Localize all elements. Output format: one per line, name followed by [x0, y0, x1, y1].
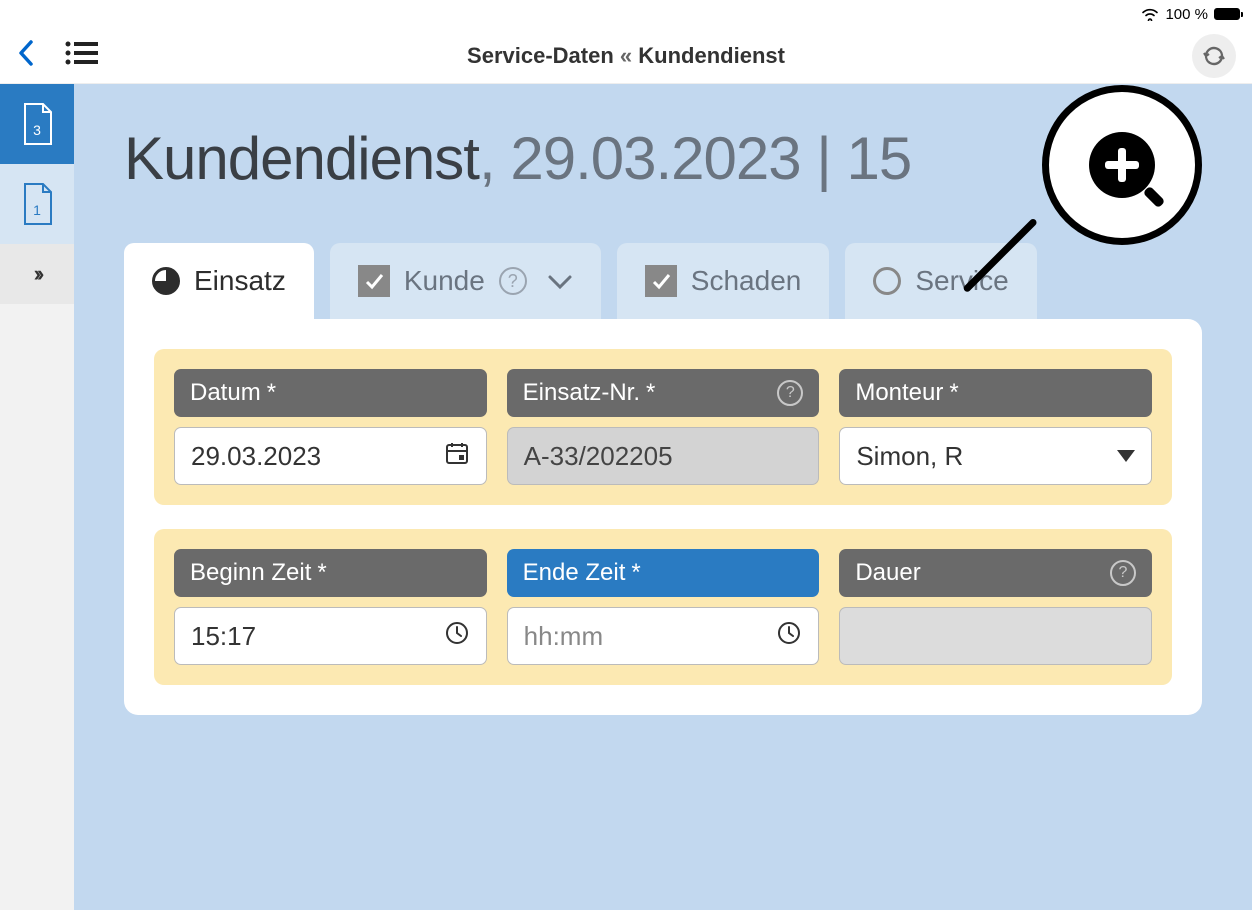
dauer-display [839, 607, 1152, 665]
dropdown-caret-icon [1117, 450, 1135, 462]
field-dauer: Dauer ? [839, 549, 1152, 665]
battery-percent-label: 100 % [1165, 6, 1208, 23]
field-einsatz-nr: Einsatz-Nr.* ? A-33/202205 [507, 369, 820, 485]
sidebar-doc-active[interactable]: 3 [0, 84, 74, 164]
tab-label: Einsatz [194, 265, 286, 297]
help-icon[interactable]: ? [1110, 560, 1136, 586]
tab-service[interactable]: Service [845, 243, 1036, 319]
field-label-ende: Ende Zeit* [507, 549, 820, 597]
sidebar-doc-inactive[interactable]: 1 [0, 164, 74, 244]
breadcrumb-sep: « [620, 43, 632, 68]
doc-count-inactive: 1 [19, 202, 55, 218]
checkbox-checked-icon [358, 265, 390, 297]
heading-subtitle: 29.03.2023 | 15 [510, 125, 911, 192]
clock-icon [444, 620, 470, 653]
tab-einsatz[interactable]: Einsatz [124, 243, 314, 319]
field-beginn-zeit: Beginn Zeit* 15:17 [174, 549, 487, 665]
form-row-1: Datum* 29.03.2023 Einsatz-Nr.* ? [154, 349, 1172, 505]
beginn-input[interactable]: 15:17 [174, 607, 487, 665]
wifi-icon [1141, 7, 1159, 21]
field-label-dauer: Dauer ? [839, 549, 1152, 597]
tab-label: Service [915, 265, 1008, 297]
beginn-value: 15:17 [191, 621, 256, 652]
help-icon: ? [499, 267, 527, 295]
main-content: Kundendienst, 29.03.2023 | 15 Einsatz Ku… [74, 84, 1252, 910]
circle-empty-icon [873, 267, 901, 295]
checkbox-checked-icon [645, 265, 677, 297]
field-ende-zeit: Ende Zeit* hh:mm [507, 549, 820, 665]
sidebar-expand[interactable]: ›› [0, 244, 74, 304]
progress-icon [152, 267, 180, 295]
breadcrumb-left: Service-Daten [467, 43, 614, 68]
help-icon[interactable]: ? [777, 380, 803, 406]
nav-bar: Service-Daten « Kundendienst [0, 28, 1252, 84]
list-icon[interactable] [64, 40, 98, 71]
page-heading: Kundendienst, 29.03.2023 | 15 [124, 124, 1202, 193]
monteur-select[interactable]: Simon, R [839, 427, 1152, 485]
ende-placeholder: hh:mm [524, 621, 603, 652]
einsatz-nr-input: A-33/202205 [507, 427, 820, 485]
field-label-beginn: Beginn Zeit* [174, 549, 487, 597]
datum-value: 29.03.2023 [191, 441, 321, 472]
ende-input[interactable]: hh:mm [507, 607, 820, 665]
tab-label: Kunde [404, 265, 485, 297]
einsatz-nr-value: A-33/202205 [524, 441, 673, 472]
tab-schaden[interactable]: Schaden [617, 243, 830, 319]
form-row-2: Beginn Zeit* 15:17 Ende Zeit* hh:mm [154, 529, 1172, 685]
form-panel: Datum* 29.03.2023 Einsatz-Nr.* ? [124, 319, 1202, 715]
battery-icon [1214, 8, 1240, 20]
breadcrumb-right: Kundendienst [638, 43, 785, 68]
refresh-button[interactable] [1192, 34, 1236, 78]
tabs: Einsatz Kunde ? Schaden Servic [124, 243, 1202, 319]
tab-label: Schaden [691, 265, 802, 297]
field-datum: Datum* 29.03.2023 [174, 369, 487, 485]
chevron-down-icon [547, 265, 573, 297]
status-bar: 100 % [0, 0, 1252, 28]
datum-input[interactable]: 29.03.2023 [174, 427, 487, 485]
clock-icon [776, 620, 802, 653]
field-label-datum: Datum* [174, 369, 487, 417]
sidebar: 3 1 ›› [0, 84, 74, 910]
tab-kunde[interactable]: Kunde ? [330, 243, 601, 319]
heading-title: Kundendienst [124, 125, 479, 192]
field-label-monteur: Monteur* [839, 369, 1152, 417]
monteur-value: Simon, R [856, 441, 963, 472]
field-label-einsatz-nr: Einsatz-Nr.* ? [507, 369, 820, 417]
breadcrumb: Service-Daten « Kundendienst [467, 43, 785, 69]
field-monteur: Monteur* Simon, R [839, 369, 1152, 485]
chevron-right-double-icon: ›› [34, 261, 41, 287]
doc-count-active: 3 [19, 122, 55, 138]
back-button[interactable] [16, 38, 36, 73]
calendar-icon [444, 440, 470, 473]
